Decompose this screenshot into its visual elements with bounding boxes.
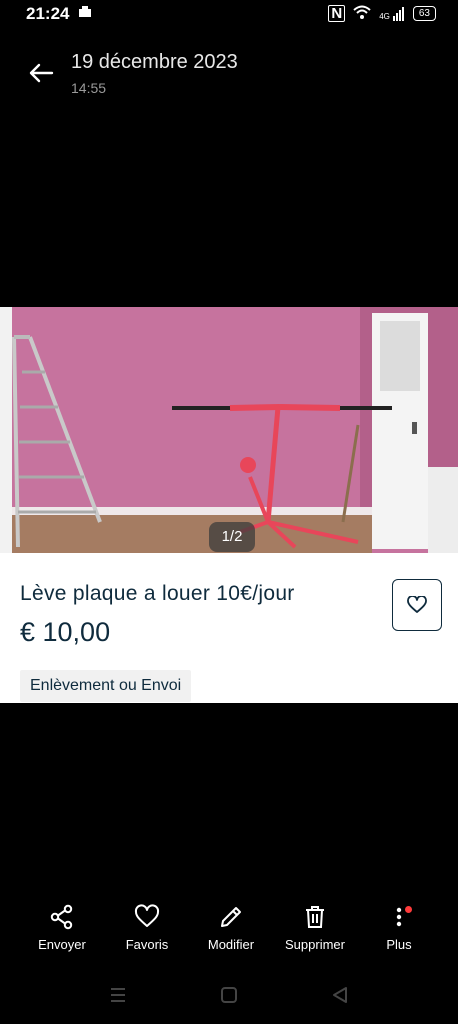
photo-counter: 1/2: [209, 522, 255, 552]
delete-button[interactable]: Supprimer: [273, 904, 357, 952]
status-time: 21:24: [26, 4, 70, 23]
back-triangle-icon[interactable]: [331, 986, 349, 1009]
notification-icon: [78, 6, 92, 21]
header: 19 décembre 2023 14:55: [0, 48, 458, 108]
network-type: 4G: [379, 11, 390, 21]
menu-icon[interactable]: [109, 986, 127, 1009]
action-bar: Envoyer Favoris Modifier Supprimer Plus: [0, 904, 458, 964]
notification-dot: [405, 906, 412, 913]
pencil-icon: [221, 907, 241, 927]
share-button[interactable]: Envoyer: [20, 904, 104, 952]
signal-icon: 4G: [379, 6, 405, 21]
listing-price: € 10,00: [20, 617, 111, 647]
wifi-icon: [353, 5, 371, 22]
listing-title: Lève plaque a louer 10€/jour: [20, 582, 295, 605]
delivery-badge: Enlèvement ou Envoi: [20, 670, 192, 702]
trash-icon: [306, 906, 324, 928]
more-label: Plus: [386, 937, 412, 952]
edit-label: Modifier: [207, 937, 255, 952]
share-icon: [50, 904, 73, 930]
nfc-icon: N: [328, 5, 346, 22]
listing-card: Lève plaque a louer 10€/jour € 10,00 Enl…: [0, 553, 458, 703]
system-nav-bar: [0, 980, 458, 1012]
favorites-label: Favoris: [125, 937, 169, 952]
listing-photo[interactable]: [0, 307, 458, 553]
favorites-button[interactable]: Favoris: [105, 904, 189, 952]
battery-indicator: 63: [412, 6, 436, 21]
edit-button[interactable]: Modifier: [189, 904, 273, 952]
home-icon[interactable]: [220, 986, 238, 1009]
header-date: 19 décembre 2023: [71, 51, 238, 73]
heart-icon: [134, 904, 160, 927]
heart-icon: [407, 596, 427, 613]
more-button[interactable]: Plus: [357, 904, 441, 952]
delete-label: Supprimer: [285, 937, 345, 952]
back-arrow-icon[interactable]: [26, 58, 56, 88]
share-label: Envoyer: [38, 937, 86, 952]
status-bar: 21:24 N 4G 63: [0, 0, 458, 28]
favorite-button[interactable]: [392, 579, 442, 631]
header-time: 14:55: [71, 80, 107, 96]
